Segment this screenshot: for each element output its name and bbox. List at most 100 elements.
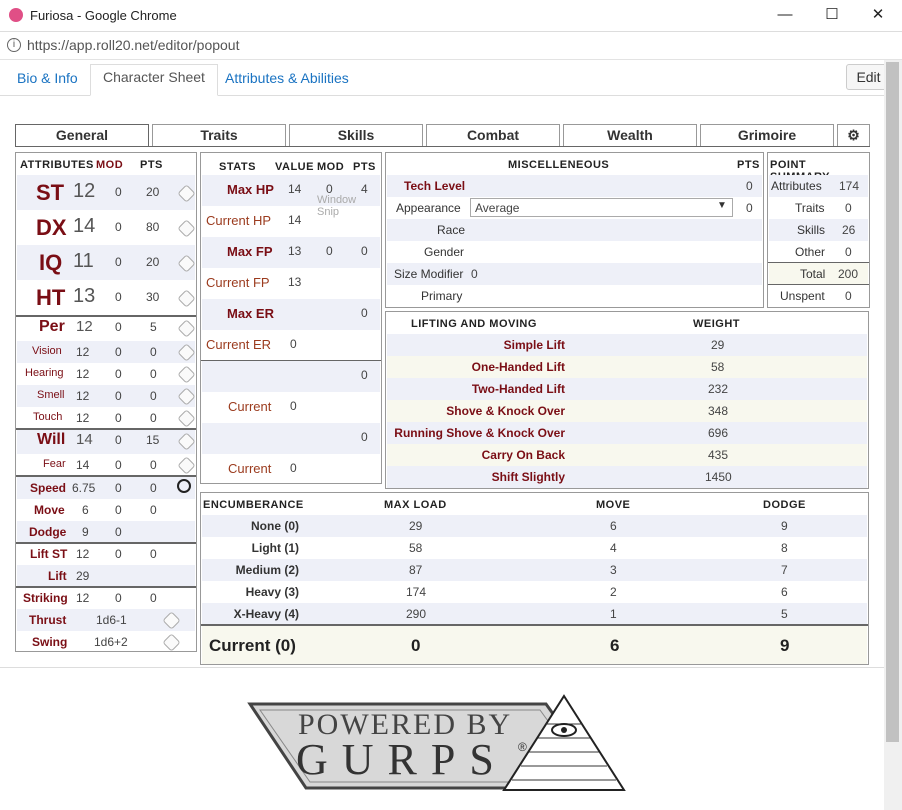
stat-row-max-hp: Max HP 14 0 4 Window Snip — [202, 175, 380, 218]
sense-row-touch: Touch 12 0 0 — [17, 407, 196, 429]
scrollbar-thumb[interactable] — [886, 62, 899, 742]
dice-roll-icon[interactable] — [177, 432, 196, 451]
url-text[interactable]: https://app.roll20.net/editor/popout — [27, 37, 239, 53]
clock-icon[interactable] — [177, 479, 191, 493]
stat-mod[interactable]: 0 — [326, 244, 333, 258]
gear-icon[interactable]: ⚙ — [837, 124, 870, 146]
dice-roll-icon[interactable] — [162, 633, 181, 652]
minimize-button[interactable]: — — [770, 4, 800, 26]
footer-divider — [0, 667, 884, 668]
attr-mod[interactable]: 0 — [115, 591, 122, 605]
appearance-select[interactable]: Average ▼ — [470, 198, 733, 217]
sense-pts: 0 — [150, 345, 157, 359]
attr-row-fear: Fear 14 0 0 — [17, 454, 196, 476]
attr-value[interactable]: 6 — [82, 503, 89, 517]
sheet-tab-wealth[interactable]: Wealth — [563, 124, 697, 146]
attr-mod[interactable]: 0 — [115, 481, 122, 495]
attr-mod[interactable]: 0 — [115, 525, 122, 539]
sheet-tab-combat[interactable]: Combat — [426, 124, 560, 146]
stat-pts: 0 — [361, 430, 368, 444]
attr-name: Move — [34, 503, 65, 517]
attr-value[interactable]: 13 — [73, 285, 95, 308]
summary-row: Attributes 174 — [769, 175, 868, 197]
maximize-button[interactable]: ☐ — [817, 4, 847, 26]
stat-value[interactable]: 0 — [290, 461, 297, 475]
attr-row-speed: Speed 6.75 0 0 — [17, 477, 195, 499]
attr-mod[interactable]: 0 — [115, 458, 122, 472]
sense-mod[interactable]: 0 — [115, 345, 122, 359]
stat-value[interactable]: 13 — [288, 275, 301, 289]
attr-mod[interactable]: 0 — [115, 255, 122, 269]
attr-value: 29 — [76, 569, 90, 583]
attr-row-per: Per 12 0 5 — [17, 317, 196, 341]
sense-value[interactable]: 12 — [76, 367, 89, 381]
stat-value[interactable]: 0 — [290, 399, 297, 413]
attr-value[interactable]: 11 — [73, 250, 94, 273]
attr-value[interactable]: 14 — [76, 458, 89, 472]
sense-value[interactable]: 12 — [76, 345, 89, 359]
sense-value[interactable]: 12 — [76, 389, 89, 403]
sheet-tab-general[interactable]: General — [15, 124, 149, 146]
summary-label: Unspent — [780, 289, 825, 303]
sense-pts: 0 — [150, 411, 157, 425]
dice-roll-icon[interactable] — [177, 409, 196, 428]
sense-mod[interactable]: 0 — [115, 411, 122, 425]
stat-name: Max FP — [227, 244, 273, 259]
attr-mod[interactable]: 0 — [115, 290, 122, 304]
dice-roll-icon[interactable] — [177, 184, 196, 203]
lifting-row: Shove & Knock Over 348 — [387, 400, 867, 422]
attr-row-thrust: Thrust 1d6-1 — [17, 609, 195, 631]
summary-label: Skills — [797, 223, 826, 237]
gurps-logo: POWERED BY GURPS ® — [246, 694, 636, 798]
sense-value[interactable]: 12 — [76, 411, 89, 425]
attr-value[interactable]: 12 — [76, 318, 93, 335]
stat-value[interactable]: 0 — [290, 337, 297, 351]
attr-mod[interactable]: 0 — [115, 433, 122, 447]
attr-mod[interactable]: 0 — [115, 220, 122, 234]
sheet-tab-grimoire[interactable]: Grimoire — [700, 124, 834, 146]
attr-mod[interactable]: 0 — [115, 547, 122, 561]
dice-roll-icon[interactable] — [177, 365, 196, 384]
sense-mod[interactable]: 0 — [115, 367, 122, 381]
summary-label: Total — [800, 267, 826, 281]
tab-character-sheet[interactable]: Character Sheet — [90, 64, 218, 96]
attr-value[interactable]: 14 — [73, 215, 95, 238]
attr-mod[interactable]: 0 — [115, 320, 122, 334]
dice-roll-icon[interactable] — [177, 343, 196, 362]
misc-label: Appearance — [396, 201, 461, 215]
dice-roll-icon[interactable] — [177, 254, 196, 273]
attr-mod[interactable]: 0 — [115, 503, 122, 517]
sense-row-vision: Vision 12 0 0 — [17, 341, 196, 363]
dice-roll-icon[interactable] — [177, 289, 196, 308]
attr-value[interactable]: 14 — [76, 431, 93, 448]
stat-name: Current — [228, 399, 272, 414]
point-summary-panel: POINT SUMMARY Attributes 174 Traits 0 Sk… — [767, 152, 870, 308]
tab-attributes-abilities[interactable]: Attributes & Abilities — [213, 66, 361, 96]
sense-mod[interactable]: 0 — [115, 389, 122, 403]
attr-value[interactable]: 12 — [76, 547, 89, 561]
pts-header: PTS — [353, 161, 376, 173]
enc-dodge: 7 — [781, 563, 788, 577]
tab-bio-info[interactable]: Bio & Info — [5, 66, 90, 96]
lifting-value: 1450 — [705, 470, 732, 484]
dice-roll-icon[interactable] — [162, 611, 181, 630]
max-load-header: MAX LOAD — [384, 499, 447, 511]
dice-roll-icon[interactable] — [177, 319, 196, 338]
attr-value[interactable]: 12 — [73, 180, 95, 203]
dice-roll-icon[interactable] — [177, 387, 196, 406]
lifting-row: One-Handed Lift 58 — [387, 356, 867, 378]
info-icon[interactable]: i — [7, 38, 21, 52]
sheet-tab-traits[interactable]: Traits — [152, 124, 286, 146]
attr-value[interactable]: 12 — [76, 591, 89, 605]
dice-roll-icon[interactable] — [177, 456, 196, 475]
sense-row-hearing: Hearing 12 0 0 — [17, 363, 196, 385]
misc-panel: MISCELLENEOUS PTS Tech Level 0 Appearanc… — [385, 152, 764, 308]
misc-value[interactable]: 0 — [471, 267, 478, 281]
stat-value[interactable]: 14 — [288, 213, 301, 227]
close-button[interactable]: ✕ — [863, 4, 893, 26]
attr-value[interactable]: 6.75 — [72, 481, 95, 495]
sheet-tab-skills[interactable]: Skills — [289, 124, 423, 146]
misc-header: MISCELLENEOUS — [508, 159, 610, 171]
attr-mod[interactable]: 0 — [115, 185, 122, 199]
dice-roll-icon[interactable] — [177, 219, 196, 238]
